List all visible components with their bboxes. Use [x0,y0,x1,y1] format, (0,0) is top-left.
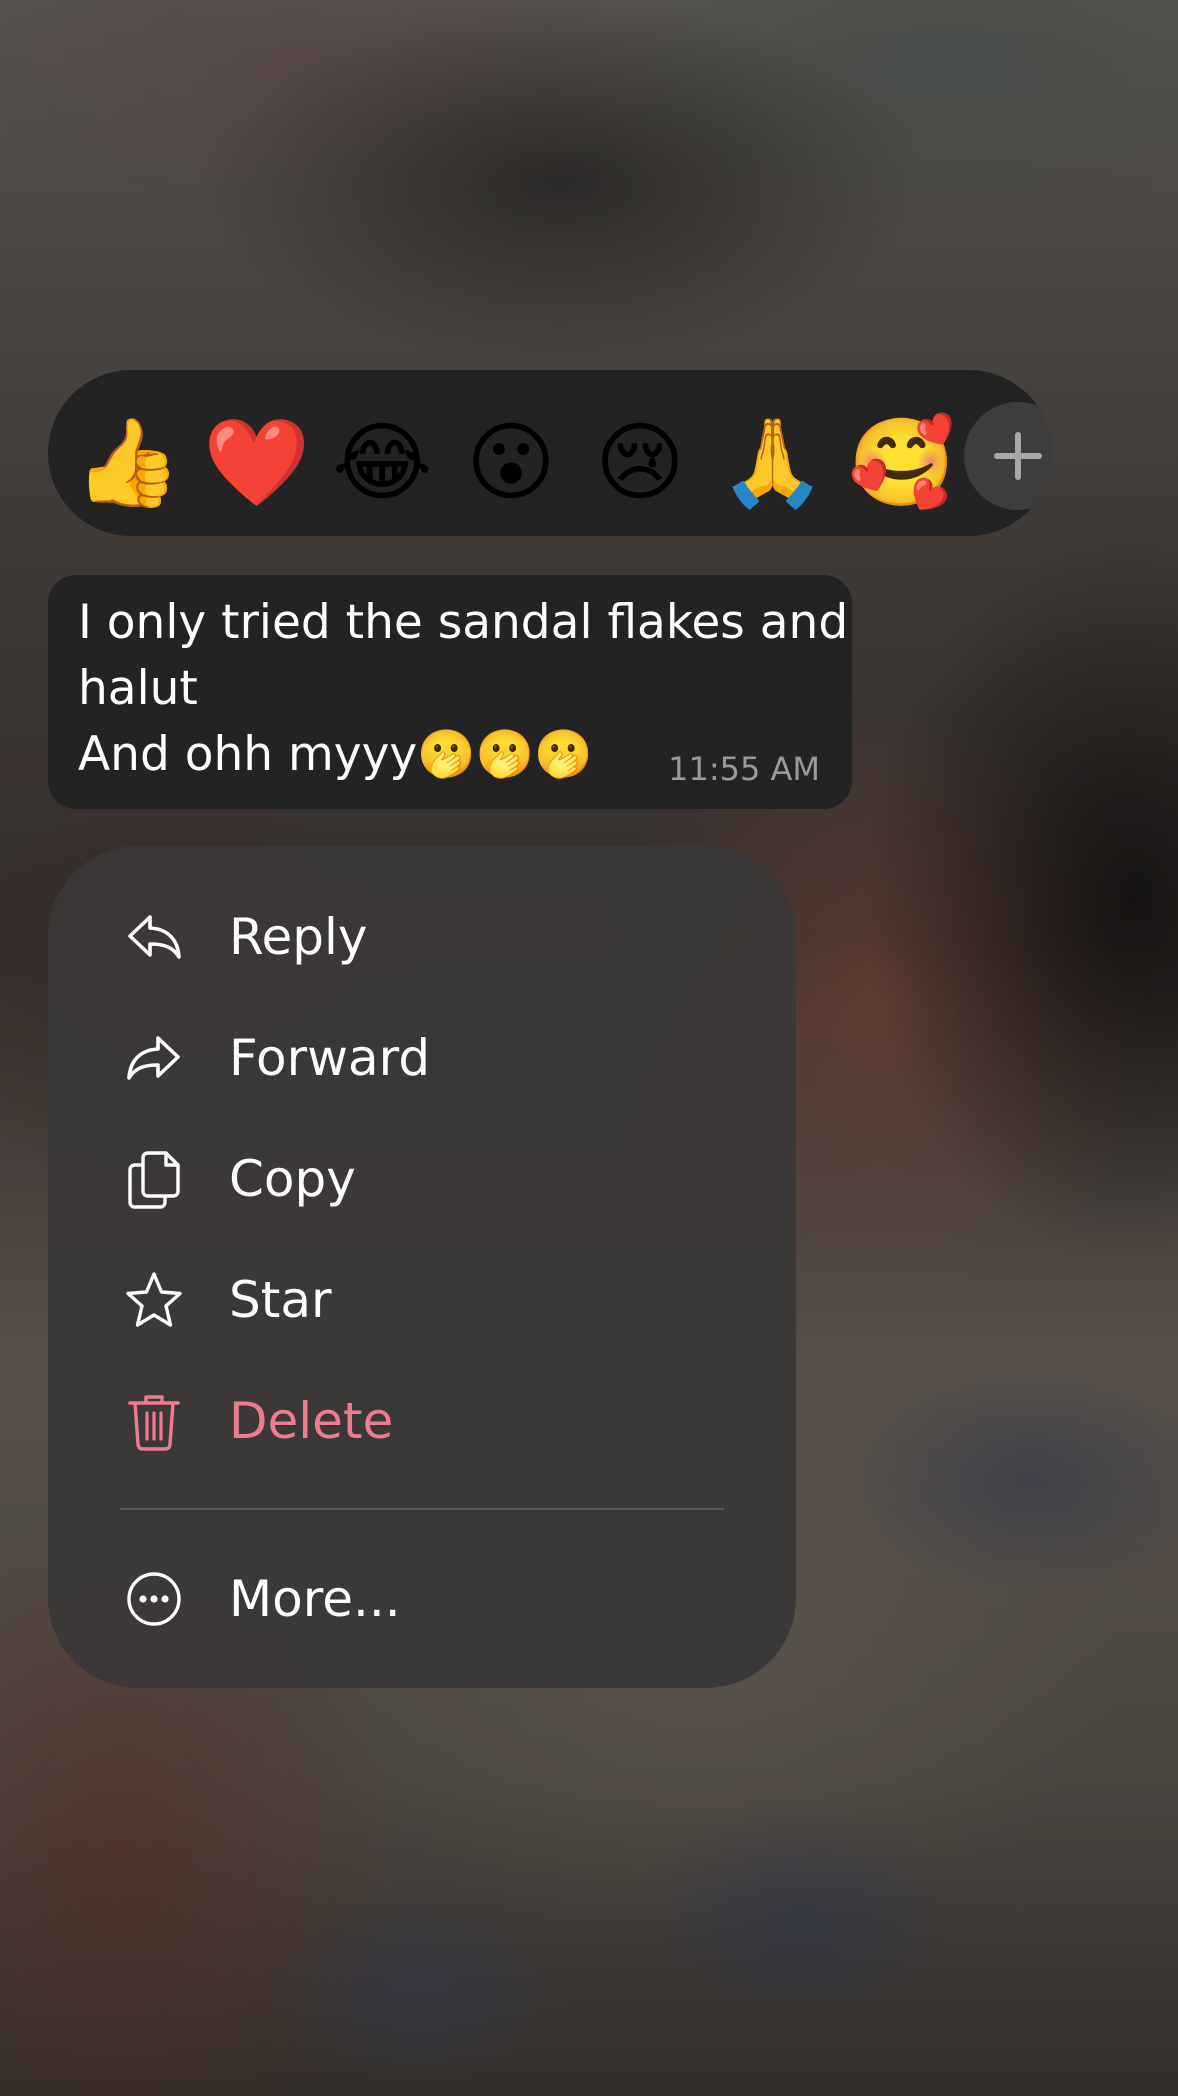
menu-label-reply: Reply [229,908,368,966]
copy-icon [128,1151,180,1209]
menu-label-delete: Delete [229,1392,394,1450]
message-context-menu: Reply Forward Copy Star Delete More... [48,846,796,1688]
menu-label-forward: Forward [229,1029,431,1087]
reaction-tears-of-joy[interactable]: 😂 [332,413,433,513]
menu-item-forward[interactable]: Forward [48,1003,796,1113]
menu-label-star: Star [229,1271,332,1329]
menu-item-reply[interactable]: Reply [48,882,796,992]
reaction-open-mouth[interactable]: 😮 [461,413,561,513]
menu-item-copy[interactable]: Copy [48,1124,796,1234]
plus-icon[interactable] [964,402,1052,510]
more-icon [127,1572,181,1626]
forward-icon [127,1036,180,1080]
reaction-red-heart[interactable]: ❤️ [203,413,310,513]
reaction-crying-face[interactable]: 😢 [590,413,690,513]
reaction-folded-hands[interactable]: 🙏 [719,413,826,513]
message-text-line-2: halut [78,661,198,716]
menu-label-copy: Copy [229,1150,356,1208]
menu-item-delete[interactable]: Delete [48,1366,796,1476]
star-icon [126,1272,182,1327]
reaction-thumbs-up[interactable]: 👍 [74,413,181,513]
message-timestamp: 11:55 AM [668,750,820,788]
message-bubble[interactable]: I only tried the sandal flakes and halut… [48,575,852,809]
menu-divider [120,1508,724,1510]
message-text-line-1: I only tried the sandal flakes and [78,595,849,650]
trash-icon [128,1395,180,1451]
menu-item-more[interactable]: More... [48,1544,796,1654]
reaction-bar: 👍 ❤️ 😂 😮 😢 🙏 🥰 [48,370,1052,536]
message-text-line-3: And ohh myyy🫢🫢🫢 [78,727,593,782]
menu-label-more: More... [229,1570,401,1628]
menu-item-star[interactable]: Star [48,1245,796,1355]
reply-icon [128,915,181,959]
reaction-smiling-hearts[interactable]: 🥰 [848,413,955,513]
